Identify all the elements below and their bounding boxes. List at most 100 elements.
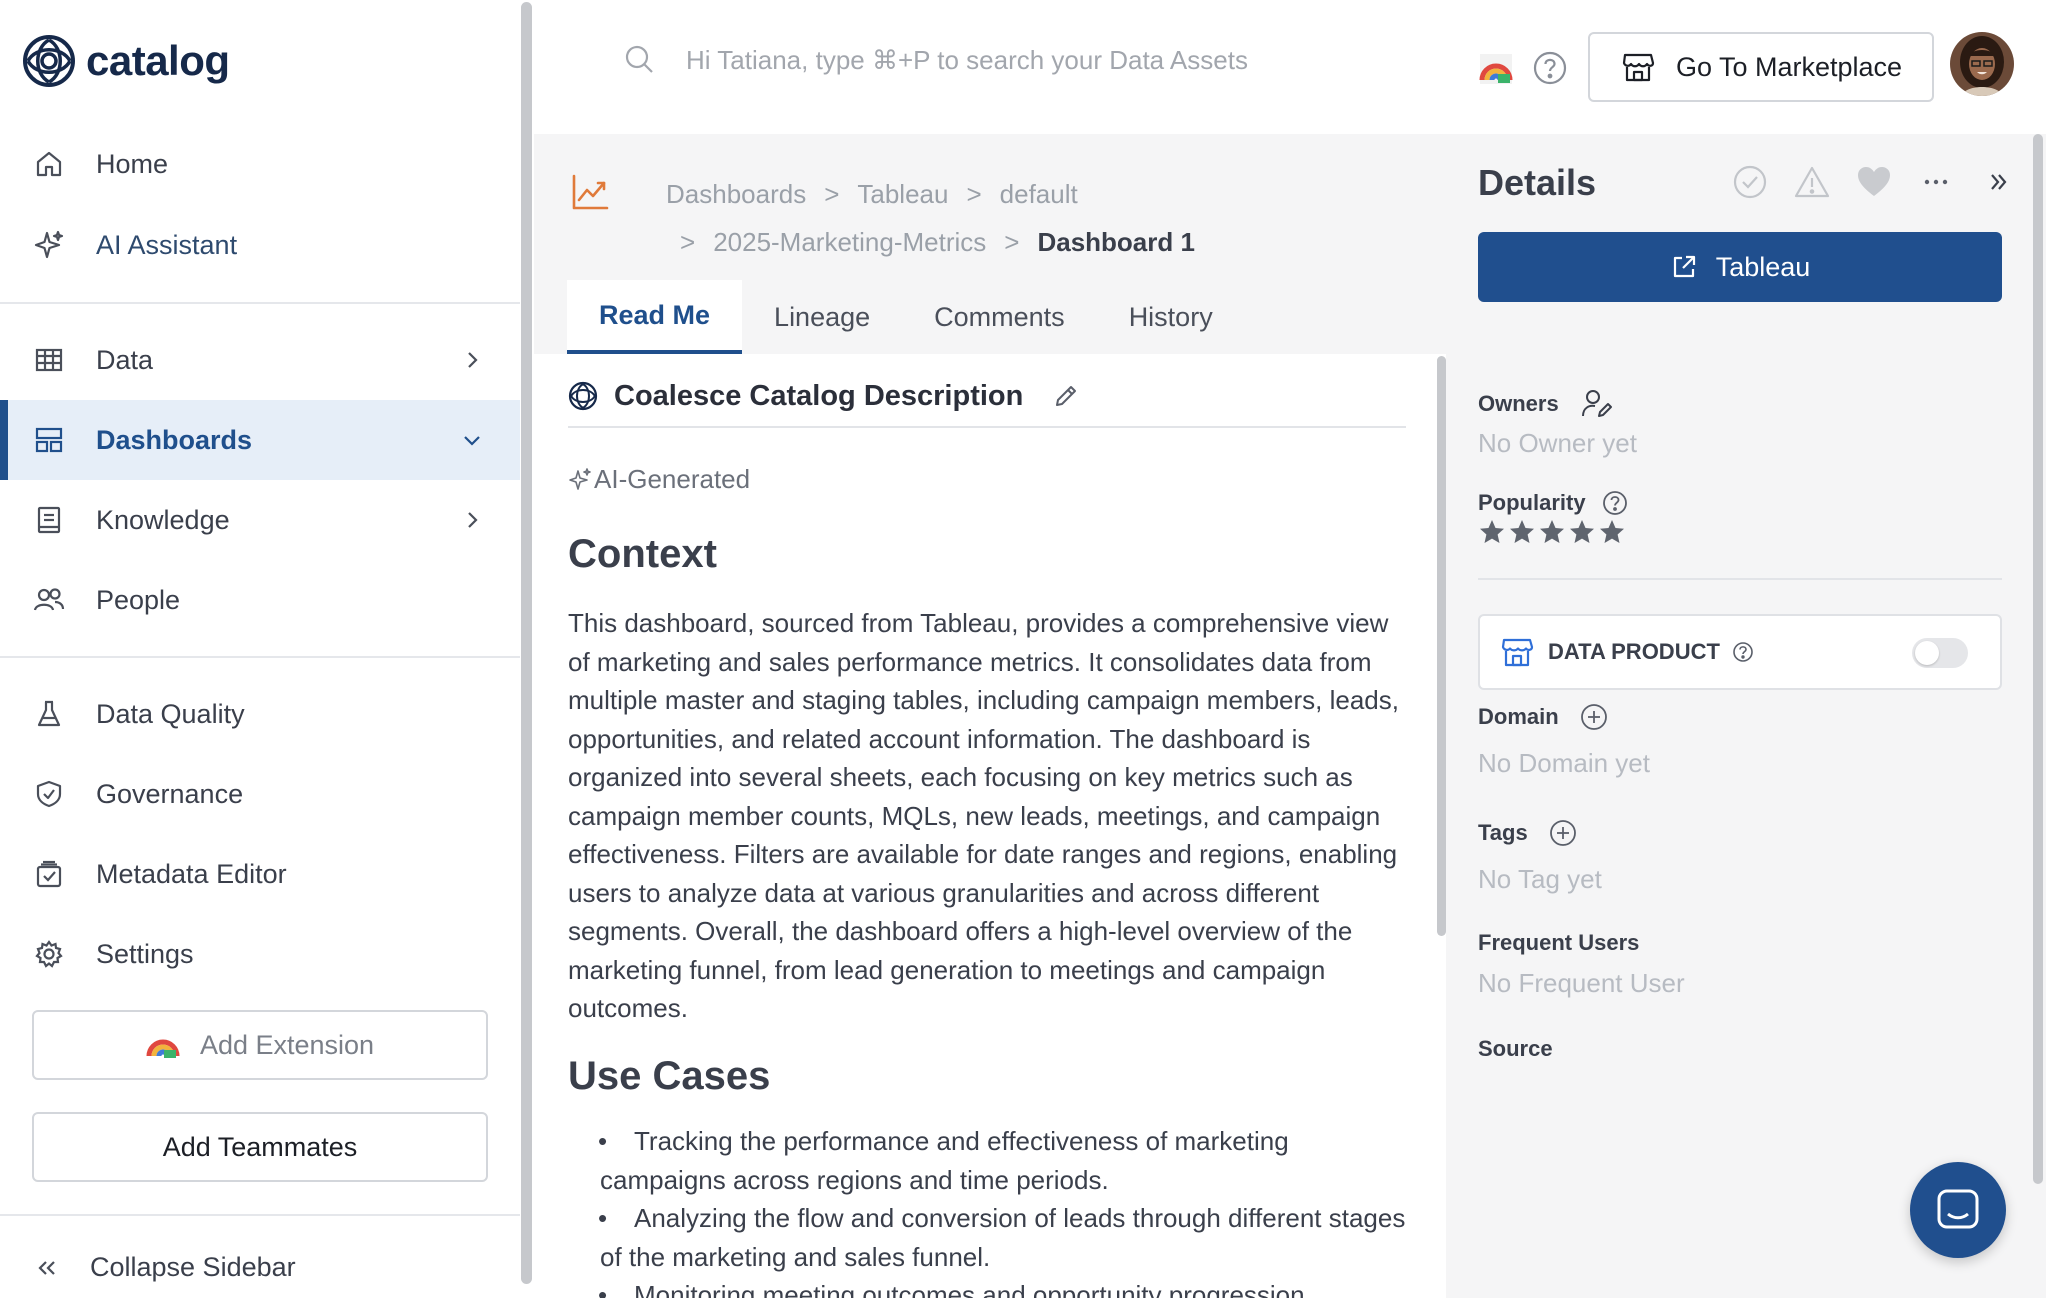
add-circle-icon[interactable] (1579, 702, 1609, 732)
collapse-sidebar-label: Collapse Sidebar (90, 1252, 296, 1282)
tab-comments[interactable]: Comments (902, 280, 1097, 354)
chat-support-button[interactable] (1910, 1162, 2006, 1258)
add-circle-icon[interactable] (1548, 818, 1578, 848)
details-divider (1478, 578, 2002, 580)
more-options-icon[interactable] (1918, 164, 1954, 200)
table-icon (32, 343, 66, 377)
domain-label: Domain (1478, 702, 1609, 732)
breadcrumb-separator: > (824, 178, 840, 209)
add-extension-button[interactable]: Add Extension (32, 1010, 488, 1080)
calendar-check-icon (32, 857, 66, 891)
scrollbar-thumb[interactable] (2033, 134, 2043, 1184)
sidebar-item-home[interactable]: Home (0, 124, 520, 204)
sidebar-item-data-quality[interactable]: Data Quality (0, 674, 520, 754)
topbar: Hi Tatiana, type ⌘+P to search your Data… (534, 0, 2046, 134)
star-icon (1540, 520, 1564, 543)
verified-check-icon[interactable] (1732, 164, 1768, 200)
sidebar-item-label: People (96, 584, 181, 615)
sidebar-item-governance[interactable]: Governance (0, 754, 520, 834)
popularity-stars (1478, 518, 1628, 546)
add-teammates-button[interactable]: Add Teammates (32, 1112, 488, 1182)
app-logo[interactable]: catalog (22, 34, 230, 88)
sidebar-item-settings[interactable]: Settings (0, 914, 520, 994)
list-item: Analyzing the flow and conversion of lea… (568, 1199, 1408, 1276)
context-paragraph: This dashboard, sourced from Tableau, pr… (568, 608, 1399, 1023)
scrollbar-thumb[interactable] (521, 2, 532, 1284)
assign-owner-icon[interactable] (1581, 388, 1613, 420)
sidebar-item-data[interactable]: Data (0, 320, 520, 400)
sidebar-item-label: Governance (96, 778, 244, 809)
frequent-users-empty: No Frequent User (1478, 968, 1685, 998)
double-chevron-right-icon[interactable] (1980, 164, 2016, 200)
external-link-icon (1673, 255, 1695, 278)
sidebar-scrollbar[interactable] (520, 0, 534, 1298)
pencil-icon[interactable] (1053, 383, 1079, 409)
chevron-right-icon (468, 352, 478, 368)
data-product-toggle[interactable] (1912, 638, 1968, 668)
global-search[interactable]: Hi Tatiana, type ⌘+P to search your Data… (624, 44, 1248, 76)
breadcrumb-current: Dashboard 1 (1037, 226, 1195, 257)
open-in-tableau-button[interactable]: Tableau (1478, 232, 2002, 302)
sidebar-item-label: Dashboards (96, 424, 253, 455)
collapse-sidebar-button[interactable]: Collapse Sidebar (32, 1252, 296, 1283)
search-input[interactable]: Hi Tatiana, type ⌘+P to search your Data… (686, 45, 1248, 76)
list-item: Monitoring meeting outcomes and opportun… (568, 1276, 1408, 1298)
details-scrollbar[interactable] (2032, 134, 2044, 1298)
details-actions (1732, 164, 2042, 200)
catalog-logo-icon (568, 381, 598, 411)
chevron-right-icon (468, 512, 478, 528)
list-item: Tracking the performance and effectivene… (568, 1122, 1408, 1199)
catalog-logo-icon (23, 35, 75, 87)
extension-rainbow-icon[interactable] (1478, 50, 1514, 86)
tab-lineage[interactable]: Lineage (742, 280, 902, 354)
use-cases-list: Tracking the performance and effectivene… (568, 1122, 1408, 1298)
toggle-knob (1915, 641, 1939, 665)
gear-icon (32, 937, 66, 971)
data-product-label: DATA PRODUCT (1548, 639, 1720, 664)
extension-rainbow-icon (146, 1039, 180, 1058)
breadcrumb-link[interactable]: Tableau (857, 179, 948, 210)
breadcrumb-link[interactable]: 2025-Marketing-Metrics (713, 227, 986, 258)
people-icon (32, 583, 66, 617)
help-icon[interactable] (1732, 641, 1754, 663)
sidebar-item-dashboards[interactable]: Dashboards (0, 400, 520, 480)
sidebar: catalog Home AI Assistant Data Dashboard… (0, 0, 520, 1298)
search-icon (625, 45, 653, 73)
description-header: Coalesce Catalog Description (568, 376, 1406, 428)
store-icon (1501, 638, 1534, 667)
go-to-marketplace-button[interactable]: Go To Marketplace (1588, 32, 1934, 102)
breadcrumb-separator: > (1004, 226, 1020, 257)
sparkle-icon (569, 467, 591, 490)
warning-icon[interactable] (1794, 164, 1830, 200)
details-title: Details (1478, 162, 1597, 203)
tableau-button-label: Tableau (1715, 251, 1811, 282)
breadcrumb-link[interactable]: Dashboards (666, 179, 806, 210)
help-icon[interactable] (1602, 490, 1628, 516)
help-icon[interactable] (1532, 50, 1568, 86)
tab-bar: Read Me Lineage Comments History (567, 280, 1245, 354)
store-icon (1622, 53, 1655, 82)
heart-icon[interactable] (1856, 164, 1892, 200)
use-cases-heading: Use Cases (568, 1054, 771, 1098)
sidebar-item-people[interactable]: People (0, 560, 520, 640)
sidebar-item-knowledge[interactable]: Knowledge (0, 480, 520, 560)
breadcrumb-separator: > (966, 178, 982, 209)
sidebar-item-label: Data Quality (96, 698, 245, 729)
breadcrumb-link[interactable]: default (1000, 179, 1078, 210)
user-avatar-icon (1950, 32, 2014, 96)
dashboard-icon (32, 423, 66, 457)
tab-history[interactable]: History (1097, 280, 1245, 354)
avatar[interactable] (1950, 32, 2014, 96)
sidebar-item-label: Knowledge (96, 504, 230, 535)
frequent-users-label: Frequent Users (1478, 930, 1640, 955)
tab-read-me[interactable]: Read Me (567, 280, 743, 354)
sidebar-item-ai-assistant[interactable]: AI Assistant (0, 205, 520, 285)
scrollbar-thumb[interactable] (1437, 356, 1446, 936)
ai-generated-tag: AI-Generated (568, 464, 750, 495)
flask-icon (32, 697, 66, 731)
owners-empty: No Owner yet (1478, 428, 1637, 458)
sidebar-divider (0, 1214, 520, 1216)
document-scrollbar[interactable] (1436, 354, 1446, 1298)
star-icon (1570, 520, 1594, 543)
sidebar-item-metadata-editor[interactable]: Metadata Editor (0, 834, 520, 914)
